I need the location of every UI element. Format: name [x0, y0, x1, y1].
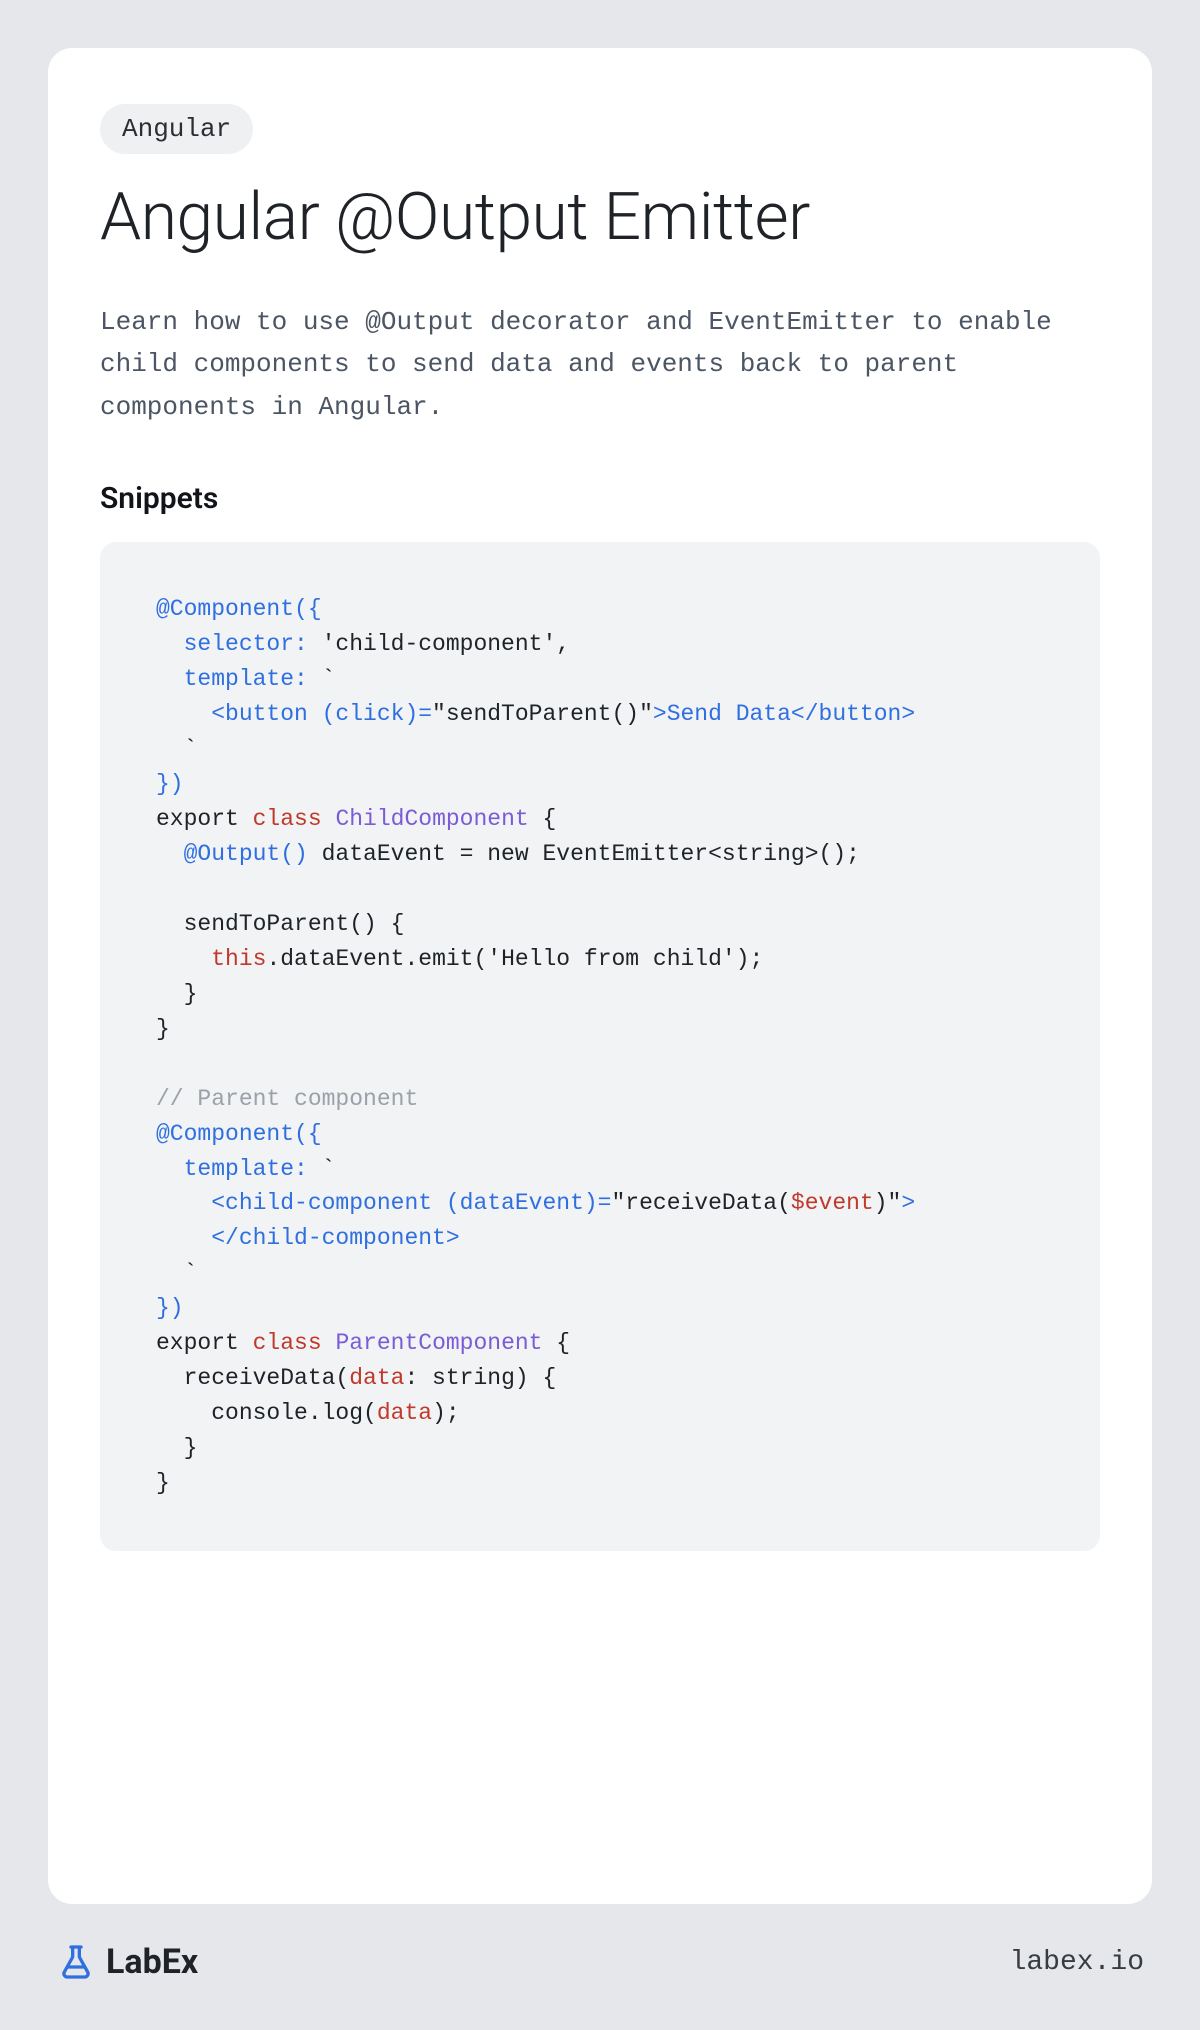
code-token: `	[156, 1260, 197, 1286]
code-token: // Parent component	[156, 1086, 418, 1112]
code-token: }	[156, 1435, 197, 1461]
code-token: <child-component (dataEvent)=	[156, 1190, 611, 1216]
code-token: receiveData(	[156, 1365, 349, 1391]
code-token: data	[377, 1400, 432, 1426]
code-token: <button (click)=	[156, 701, 432, 727]
code-token: export	[156, 806, 253, 832]
code-token: );	[432, 1400, 460, 1426]
code-token: data	[349, 1365, 404, 1391]
code-token: "receiveData(	[611, 1190, 790, 1216]
code-token: ParentComponent	[335, 1330, 542, 1356]
code-token: class	[253, 1330, 322, 1356]
snippets-heading: Snippets	[100, 481, 1100, 516]
code-token: }	[156, 1016, 170, 1042]
code-snippet: @Component({ selector: 'child-component'…	[100, 542, 1100, 1551]
code-token: dataEvent = new EventEmitter<string>();	[308, 841, 860, 867]
code-token: template:	[156, 1156, 308, 1182]
code-token: 'child-component'	[308, 631, 556, 657]
code-token: }	[156, 1470, 170, 1496]
code-token: ChildComponent	[335, 806, 528, 832]
content-card: Angular Angular @Output Emitter Learn ho…	[48, 48, 1152, 1904]
code-token: @Component	[156, 1121, 294, 1147]
code-token: }	[156, 981, 197, 1007]
code-token: >Send Data</button>	[653, 701, 915, 727]
code-token: $event	[791, 1190, 874, 1216]
code-token	[322, 1330, 336, 1356]
code-token: .dataEvent.emit('Hello from child');	[266, 946, 763, 972]
category-tag: Angular	[100, 104, 253, 154]
code-token	[156, 946, 211, 972]
code-token: : string) {	[404, 1365, 556, 1391]
code-token: `	[308, 1156, 336, 1182]
code-token: {	[543, 1330, 571, 1356]
footer: LabEx labex.io	[48, 1904, 1152, 1982]
page-title: Angular @Output Emitter	[100, 182, 1100, 255]
code-token: })	[156, 771, 184, 797]
code-token: this	[211, 946, 266, 972]
code-token: console.log(	[156, 1400, 377, 1426]
brand-logo: LabEx	[56, 1942, 198, 1982]
code-token: ({	[294, 596, 322, 622]
code-token: >	[901, 1190, 915, 1216]
code-token: {	[529, 806, 557, 832]
footer-url: labex.io	[1010, 1947, 1144, 1978]
code-token: template:	[156, 666, 308, 692]
code-token: `	[156, 736, 197, 762]
code-token: @Component	[156, 596, 294, 622]
code-token: "sendToParent()"	[432, 701, 653, 727]
code-token: selector:	[156, 631, 308, 657]
code-token: </child-component>	[156, 1225, 460, 1251]
code-token: ,	[556, 631, 570, 657]
flask-icon	[56, 1942, 96, 1982]
code-token: })	[156, 1295, 184, 1321]
code-token: ({	[294, 1121, 322, 1147]
code-token	[322, 806, 336, 832]
code-token: `	[308, 666, 336, 692]
code-token: class	[253, 806, 322, 832]
code-token: @Output()	[156, 841, 308, 867]
brand-name: LabEx	[106, 1942, 198, 1982]
code-token: export	[156, 1330, 253, 1356]
code-token: )"	[874, 1190, 902, 1216]
code-token: sendToParent() {	[156, 911, 404, 937]
page-description: Learn how to use @Output decorator and E…	[100, 301, 1100, 430]
